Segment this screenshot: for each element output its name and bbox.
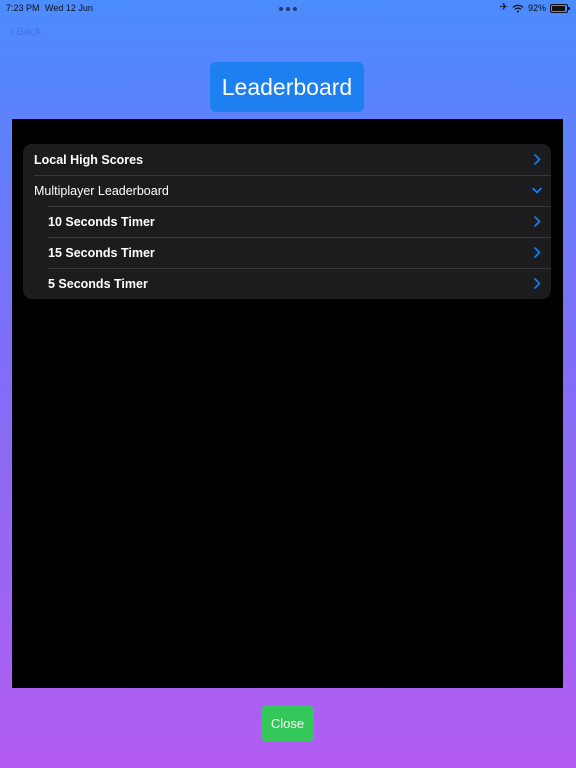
chevron-left-icon: ‹	[10, 26, 14, 38]
list-item-label: Multiplayer Leaderboard	[34, 183, 169, 198]
leaderboard-panel: Local High Scores Multiplayer Leaderboar…	[12, 119, 563, 688]
battery-percentage: 92%	[527, 3, 546, 13]
list-item-10-seconds-timer[interactable]: 10 Seconds Timer	[23, 206, 551, 237]
status-time: 7:23 PM	[6, 3, 40, 13]
status-indicators: ✈ 92%	[499, 2, 570, 14]
close-button[interactable]: Close	[261, 705, 314, 742]
airplane-icon: ✈	[499, 2, 508, 13]
list-item-15-seconds-timer[interactable]: 15 Seconds Timer	[23, 237, 551, 268]
back-label: Back	[16, 26, 42, 38]
chevron-right-icon	[532, 216, 542, 227]
chevron-right-icon	[532, 154, 542, 165]
list-item-local-high-scores[interactable]: Local High Scores	[23, 144, 551, 175]
list-item-label: Local High Scores	[34, 152, 144, 167]
wifi-icon	[512, 4, 524, 13]
chevron-down-icon	[532, 185, 542, 196]
battery-icon	[550, 3, 570, 13]
list-item-multiplayer-leaderboard[interactable]: Multiplayer Leaderboard	[23, 175, 551, 206]
list-item-5-seconds-timer[interactable]: 5 Seconds Timer	[23, 268, 551, 299]
chevron-right-icon	[532, 247, 542, 258]
page-title: Leaderboard	[210, 62, 364, 112]
multitasking-dots-icon[interactable]	[279, 7, 297, 11]
chevron-right-icon	[532, 278, 542, 289]
list-item-label: 15 Seconds Timer	[48, 245, 155, 260]
leaderboard-list: Local High Scores Multiplayer Leaderboar…	[23, 144, 551, 299]
list-item-label: 10 Seconds Timer	[48, 214, 155, 229]
back-button[interactable]: ‹ Back	[10, 26, 41, 38]
list-item-label: 5 Seconds Timer	[48, 276, 148, 291]
status-bar: 7:23 PM Wed 12 Jun ✈ 92%	[0, 0, 576, 18]
status-date: Wed 12 Jun	[45, 3, 93, 13]
